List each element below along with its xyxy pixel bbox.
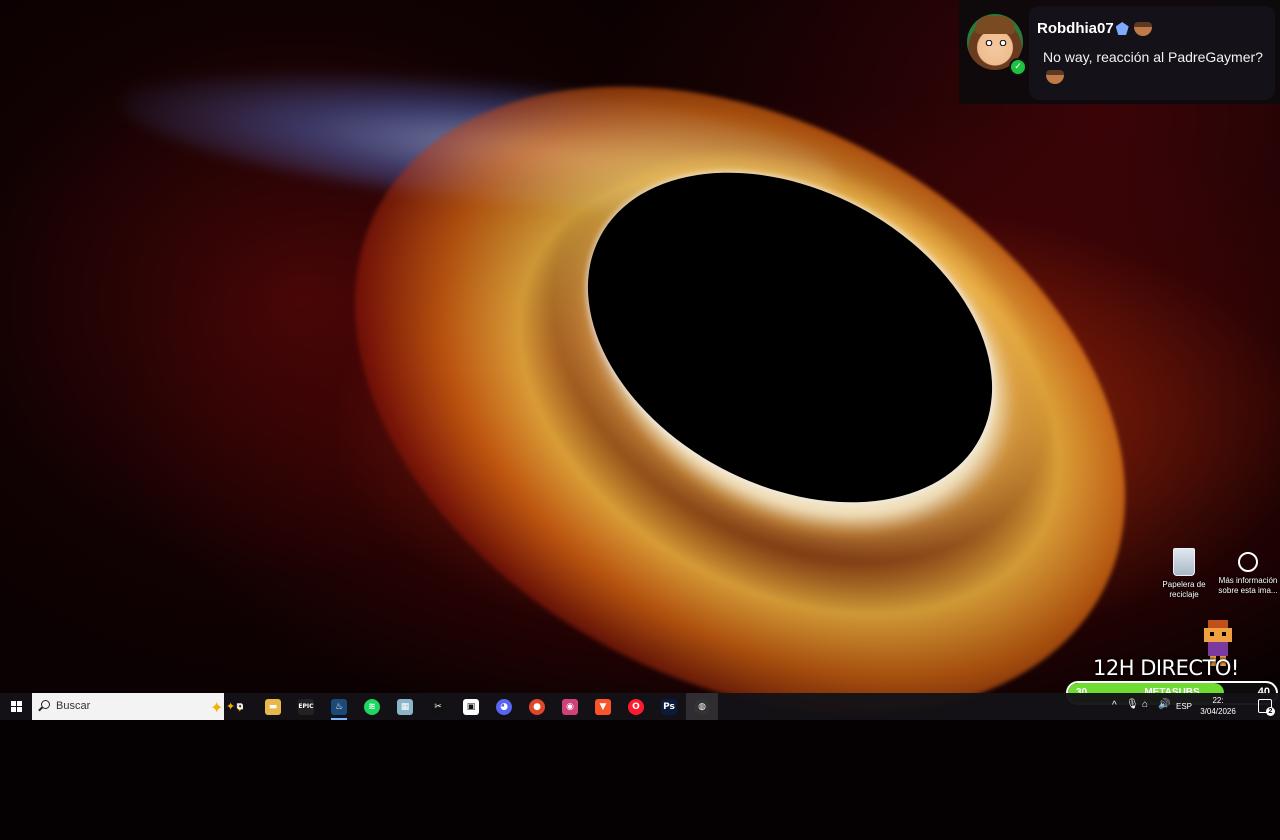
media-app-icon: ●: [529, 698, 545, 715]
taskbar-app-epic-games[interactable]: EPIC: [290, 693, 322, 720]
taskbar-app-discord[interactable]: ◕: [488, 693, 520, 720]
gem-badge-icon: [1115, 22, 1129, 35]
pot-emote-icon: [1133, 21, 1152, 36]
taskbar-app-media-app[interactable]: ●: [521, 693, 553, 720]
recycle-bin-icon: [1173, 548, 1195, 576]
chevron-up-icon[interactable]: ^: [1112, 700, 1117, 711]
search-input[interactable]: [56, 698, 176, 714]
chat-username-row: Robdhia07: [1037, 20, 1152, 37]
desktop-icon-recycle-bin[interactable]: Papelera de reciclaje: [1152, 548, 1216, 600]
volume-icon[interactable]: 🔊: [1158, 699, 1170, 710]
brave-icon: ▼: [595, 698, 611, 715]
notes-app-icon: ▦: [397, 698, 413, 715]
taskbar-app-brave[interactable]: ▼: [587, 693, 619, 720]
pot-emote-icon: [1046, 70, 1064, 85]
clock[interactable]: 22: 3/04/2026: [1196, 695, 1240, 717]
avatar-hair: [975, 16, 1015, 34]
capcut-icon: ✂: [430, 698, 446, 715]
windows-logo-icon: [11, 701, 22, 712]
chat-bubble: Robdhia07 No way, reacción al PadreGayme…: [1029, 6, 1275, 100]
taskbar-app-task-view[interactable]: ⧉: [224, 693, 256, 720]
system-tray: ^ 🎙 ⌂ 🔊 ESP 22: 3/04/2026 2: [1110, 693, 1280, 720]
taskbar: ✦ ✦ ✦ ⧉▬EPIC♨≋▦✂▣◕●◉▼OPs◍ ^ 🎙 ⌂ 🔊 ESP 22…: [0, 693, 1280, 720]
stream-title: 12H DIRECTO!: [1093, 656, 1239, 680]
photoshop-icon: Ps: [661, 698, 677, 715]
avatar-eyes: [985, 40, 1007, 46]
chat-notification: ✓ Robdhia07 No way, reacción al PadreGay…: [959, 0, 1280, 104]
chat-message: No way, reacción al PadreGaymer?: [1043, 48, 1263, 86]
taskbar-app-steam[interactable]: ♨: [323, 693, 355, 720]
roblox-app-icon: ▣: [463, 698, 479, 715]
taskbar-app-roblox-app[interactable]: ▣: [455, 693, 487, 720]
taskbar-search[interactable]: ✦ ✦ ✦: [32, 693, 244, 720]
chat-message-text: No way, reacción al PadreGaymer?: [1043, 49, 1263, 65]
notification-count-badge: 2: [1266, 707, 1275, 716]
taskbar-app-capcut[interactable]: ✂: [422, 693, 454, 720]
chat-username: Robdhia07: [1037, 20, 1114, 37]
file-explorer-icon: ▬: [265, 698, 281, 715]
discord-icon: ◕: [496, 698, 512, 715]
start-button[interactable]: [0, 693, 32, 720]
steam-icon: ♨: [331, 698, 347, 715]
clock-date: 3/04/2026: [1200, 707, 1236, 716]
task-view-icon: ⧉: [236, 701, 244, 712]
taskbar-app-obs[interactable]: ◍: [686, 693, 718, 720]
search-icon: [41, 700, 50, 709]
microphone-icon[interactable]: 🎙: [1126, 699, 1139, 710]
obs-icon: ◍: [694, 698, 710, 715]
desktop-icon-label: Más información sobre esta ima...: [1218, 576, 1278, 595]
clock-time: 22:: [1212, 696, 1224, 705]
camera-app-icon: ◉: [562, 698, 578, 715]
epic-games-icon: EPIC: [298, 698, 314, 715]
taskbar-app-photoshop[interactable]: Ps: [653, 693, 685, 720]
opera-icon: O: [628, 698, 644, 715]
language-indicator[interactable]: ESP: [1176, 702, 1192, 711]
taskbar-app-camera-app[interactable]: ◉: [554, 693, 586, 720]
spotify-icon: ≋: [364, 698, 380, 715]
desktop-icon-label: Papelera de reciclaje: [1162, 580, 1206, 599]
network-icon[interactable]: ⌂: [1142, 699, 1148, 710]
taskbar-app-notes-app[interactable]: ▦: [389, 693, 421, 720]
taskbar-app-spotify[interactable]: ≋: [356, 693, 388, 720]
info-icon: [1238, 552, 1258, 572]
desktop-icon-more-info[interactable]: Más información sobre esta ima...: [1216, 548, 1280, 596]
online-status-icon: ✓: [1009, 58, 1027, 76]
taskbar-app-opera[interactable]: O: [620, 693, 652, 720]
taskbar-app-file-explorer[interactable]: ▬: [257, 693, 289, 720]
